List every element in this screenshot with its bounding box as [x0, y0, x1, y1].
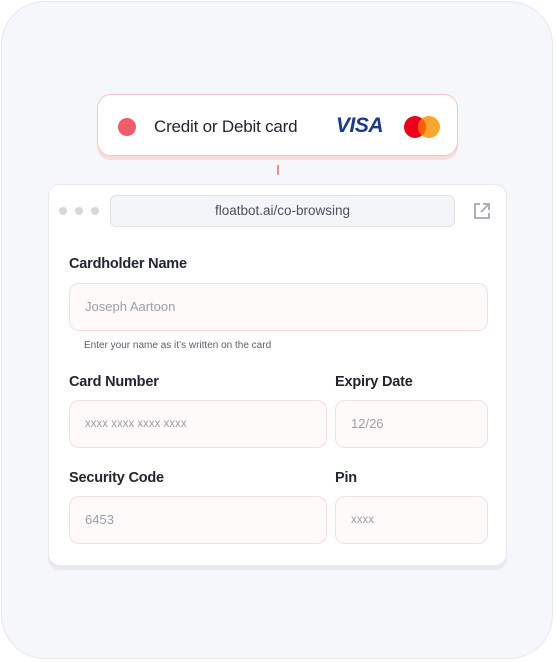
- payment-option-credit-debit[interactable]: Credit or Debit card VISA: [97, 94, 458, 156]
- address-bar[interactable]: floatbot.ai/co-browsing: [110, 195, 455, 227]
- security-code-label: Security Code: [69, 470, 164, 486]
- window-control-dot: [75, 207, 83, 215]
- pin-label: Pin: [335, 470, 357, 486]
- external-link-icon[interactable]: [472, 201, 492, 221]
- card-number-input[interactable]: xxxx xxxx xxxx xxxx: [69, 400, 327, 448]
- cardholder-name-input[interactable]: Joseph Aartoon: [69, 283, 488, 331]
- cardholder-name-label: Cardholder Name: [69, 256, 187, 272]
- payment-option-label: Credit or Debit card: [154, 117, 298, 136]
- radio-selected-icon[interactable]: [118, 118, 136, 136]
- connector-line: [277, 165, 279, 175]
- security-code-input[interactable]: 6453: [69, 496, 327, 544]
- cardholder-name-helper: Enter your name as it’s written on the c…: [84, 340, 272, 351]
- mastercard-logo: [404, 116, 440, 138]
- card-number-label: Card Number: [69, 374, 159, 390]
- window-control-dot: [91, 207, 99, 215]
- expiry-date-label: Expiry Date: [335, 374, 413, 390]
- expiry-date-input[interactable]: 12/26: [335, 400, 488, 448]
- window-control-dot: [59, 207, 67, 215]
- visa-logo: VISA: [336, 114, 384, 137]
- browser-window: floatbot.ai/co-browsing Cardholder Name …: [48, 184, 507, 566]
- pin-input[interactable]: xxxx: [335, 496, 488, 544]
